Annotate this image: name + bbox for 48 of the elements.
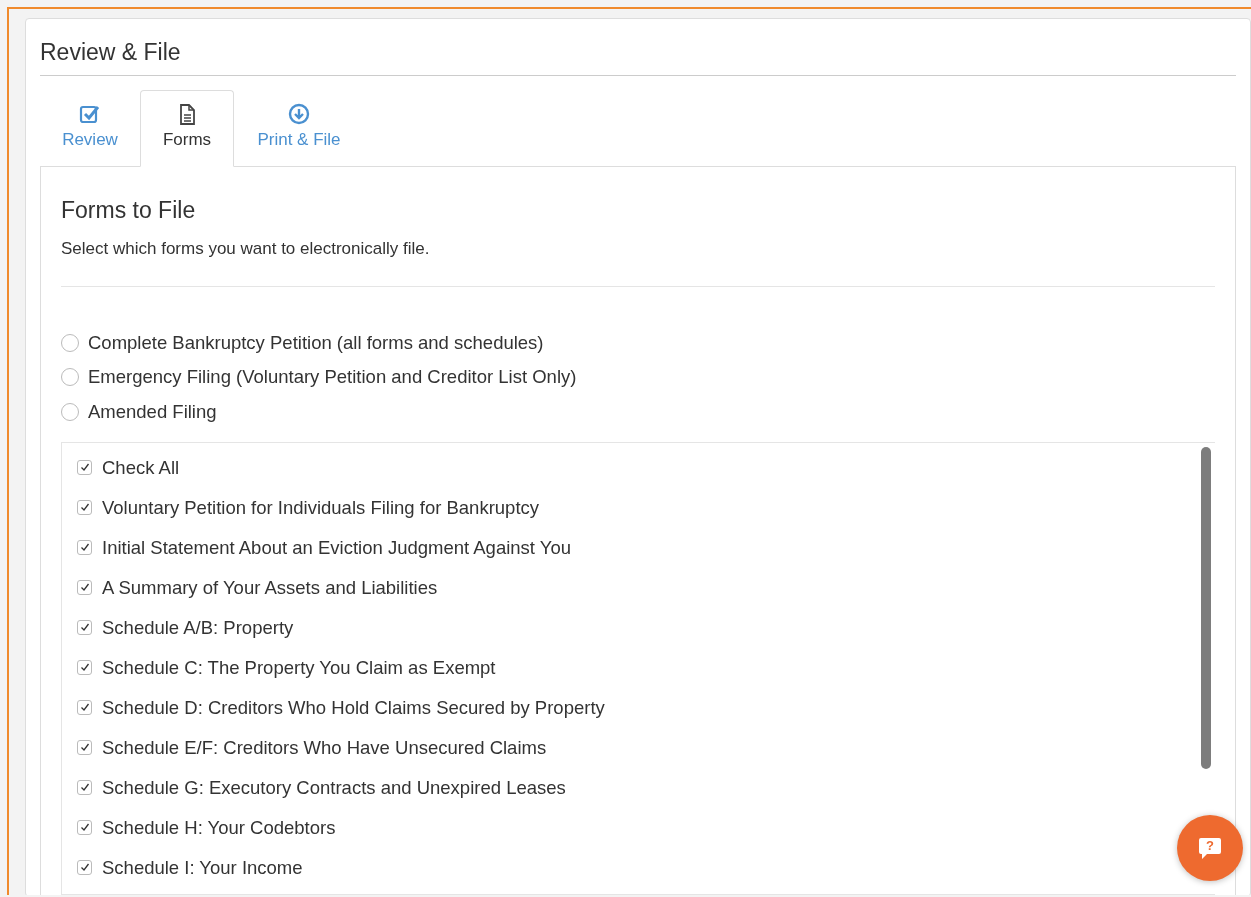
checkbox-label[interactable]: Schedule H: Your Codebtors [102,816,336,838]
checkmark-icon [79,862,90,873]
checkmark-icon [79,542,90,553]
checkbox-label[interactable]: Schedule E/F: Creditors Who Have Unsecured Claims [102,736,547,758]
checkbox[interactable] [77,459,92,475]
checkmark-icon [79,782,90,793]
checkbox[interactable] [77,739,92,755]
checkbox-label[interactable]: Initial Statement About an Eviction Judgment Against You [102,536,571,558]
radio-label[interactable]: Complete Bankruptcy Petition (all forms and schedules) [88,328,544,357]
question-mark: ? [1206,838,1214,854]
checkmark-icon [79,742,90,753]
checkbox-label[interactable]: Schedule I: Your Income [102,856,303,878]
checkbox-label[interactable]: Schedule C: The Property You Claim as Exempt [102,656,496,678]
scrollbar[interactable] [1201,446,1211,769]
radio-button[interactable] [61,403,79,422]
checkbox-label[interactable]: Schedule D: Creditors Who Hold Claims Secured by Property [102,696,605,718]
checkbox-label[interactable]: Voluntary Petition for Individuals Filing for Bankruptcy [102,496,540,518]
checkmark-icon [79,582,90,593]
checkbox-label[interactable]: Schedule A/B: Property [102,616,294,638]
checkbox[interactable] [77,779,92,795]
checkbox[interactable] [77,819,92,835]
checkbox-label[interactable]: Check All [102,456,180,478]
checkmark-icon [79,702,90,713]
checkmark-icon [79,662,90,673]
checkbox-icon [79,103,101,126]
radio-button[interactable] [61,333,79,352]
checkbox-label[interactable]: Schedule G: Executory Contracts and Unexpired Leases [102,776,566,798]
checkmark-icon [79,502,90,513]
section-title: Forms to File [61,196,197,225]
radio-label[interactable]: Amended Filing [88,398,217,426]
section-description: Select which forms you want to electronically file. [61,236,1215,287]
checkbox[interactable] [77,499,92,515]
download-icon [288,103,310,126]
checkbox[interactable] [77,579,92,595]
checkbox[interactable] [77,619,92,635]
chat-bubble-icon [1197,835,1223,861]
checkmark-icon [79,622,90,633]
page-title: Review & File [40,39,1236,76]
checkmark-icon [79,462,90,473]
checkmark-icon [79,822,90,833]
checkbox[interactable] [77,659,92,675]
checkbox[interactable] [77,859,92,875]
checkbox[interactable] [77,699,92,715]
checkbox-label[interactable]: A Summary of Your Assets and Liabilities [102,576,438,598]
checkbox[interactable] [77,539,92,555]
tab[interactable]: Forms [140,89,234,167]
radio-label[interactable]: Emergency Filing (Voluntary Petition and Creditor List Only) [88,363,577,392]
radio-button[interactable] [61,368,79,387]
